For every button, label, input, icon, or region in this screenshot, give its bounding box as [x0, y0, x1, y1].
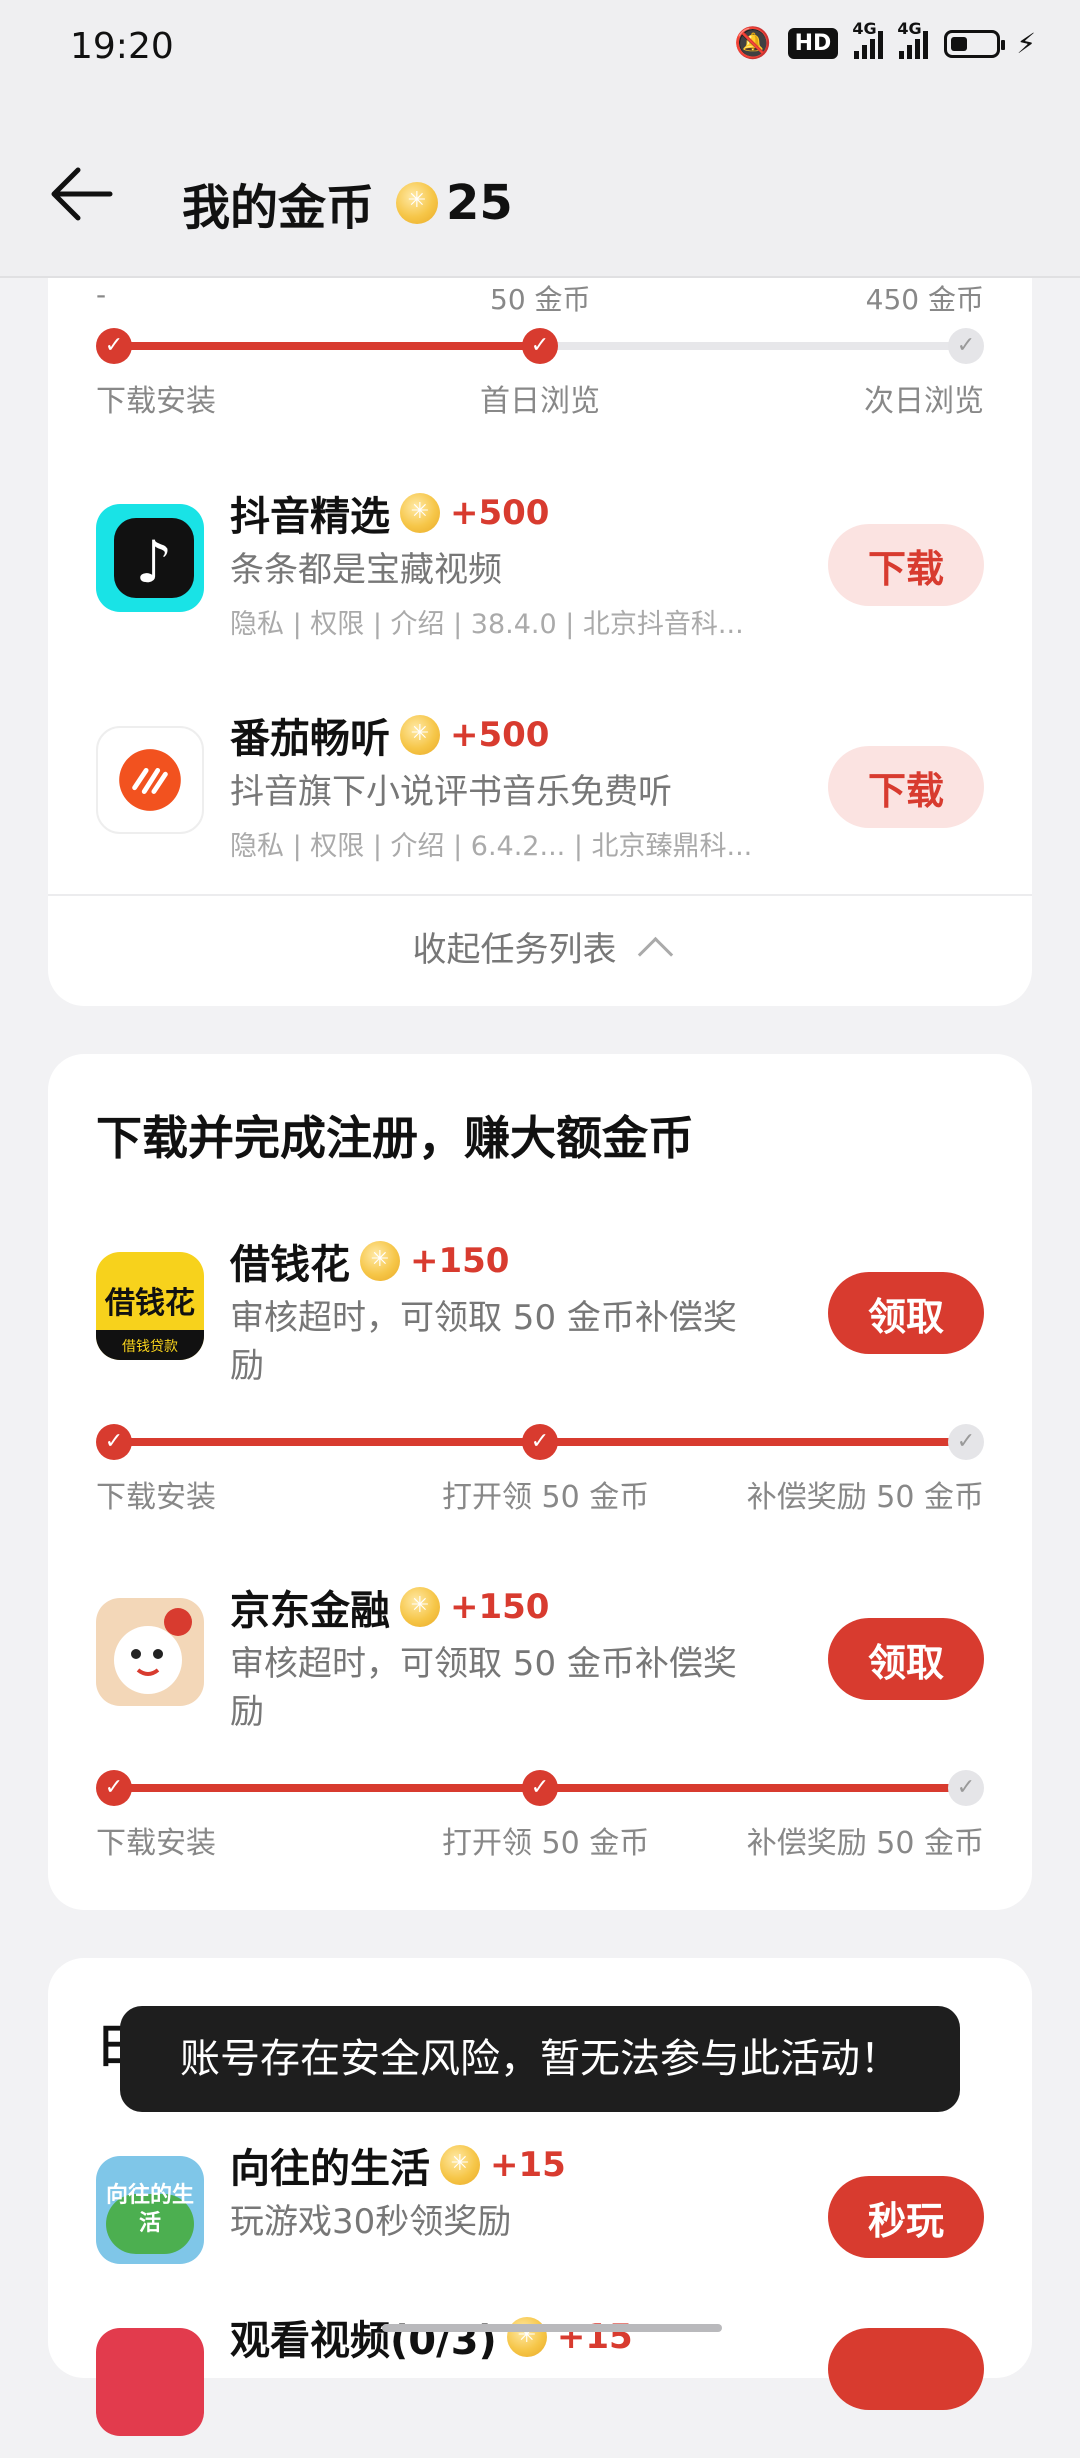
progress-top-label: 450 金币 [865, 283, 984, 316]
step-label: 首日浏览 [480, 384, 600, 419]
divider [48, 894, 1032, 896]
charging-icon: ⚡ [1016, 27, 1036, 60]
coin-icon [396, 182, 439, 224]
step-check-icon: ✓ [522, 1424, 558, 1460]
hd-badge: HD [787, 28, 839, 59]
video-task-icon[interactable] [96, 2328, 204, 2436]
jieqianhua-icon[interactable]: 借钱花 借钱贷款 [96, 1252, 204, 1360]
title-text: 我的金币 [182, 180, 375, 236]
step-check-icon: ✓ [948, 1770, 984, 1806]
svg-text:♪: ♪ [135, 528, 172, 596]
page-title: 我的金币 25 [182, 168, 513, 238]
app-name: 京东金融 +150 [230, 1578, 549, 1636]
signal-icon-1: 4G [852, 19, 884, 59]
status-icons: 🔕 HD 4G 4G ⚡ [734, 19, 1036, 62]
step-label: 打开领 50 金币 [442, 1480, 650, 1515]
play-now-button[interactable]: 秒玩 [828, 2176, 984, 2258]
fanqie-changting-icon[interactable] [96, 726, 204, 834]
coin-icon [506, 2317, 547, 2357]
download-button[interactable]: 下载 [828, 746, 984, 828]
app-name: 借钱花 +150 [230, 1232, 509, 1290]
section-title: 下载并完成注册，赚大额金币 [96, 1111, 694, 1165]
app-name: 抖音精选 +500 [230, 484, 549, 542]
step-label: 补偿奖励 50 金币 [746, 1480, 984, 1515]
step-label: 下载安装 [96, 1480, 216, 1515]
coin-total: 25 [446, 175, 513, 231]
task-card-browse: - 50 金币 450 金币 ✓ ✓ ✓ 下载安装 首日浏览 次日浏览 ♪ 抖音… [48, 278, 1032, 1006]
app-name: 向往的生活 +15 [230, 2136, 566, 2194]
signal-icon-2: 4G [897, 19, 929, 59]
app-description: 抖音旗下小说评书音乐免费听 [230, 772, 672, 812]
coin-icon [400, 493, 440, 533]
app-meta[interactable]: 隐私 | 权限 | 介绍 | 6.4.2... | 北京臻鼎科... [230, 824, 752, 863]
status-bar: 19:20 🔕 HD 4G 4G ⚡ [0, 0, 1080, 96]
list-item: 番茄畅听 +500 抖音旗下小说评书音乐免费听 隐私 | 权限 | 介绍 | 6… [96, 706, 984, 862]
app-description: 玩游戏30秒领奖励 [230, 2202, 512, 2242]
step-label: 次日浏览 [864, 384, 984, 419]
step-check-icon: ✓ [96, 328, 132, 364]
coin-icon [400, 1587, 440, 1627]
back-arrow-icon[interactable] [48, 166, 114, 222]
app-name: 观看视频(0/3) +15 [230, 2308, 633, 2366]
claim-button[interactable]: 领取 [828, 1618, 984, 1700]
douyin-jingxuan-icon[interactable]: ♪ [96, 504, 204, 612]
app-description: 审核超时，可领取 50 金币补偿奖励 [230, 1644, 737, 1732]
step-label: 补偿奖励 50 金币 [746, 1826, 984, 1861]
toast-message: 账号存在安全风险，暂无法参与此活动！ [120, 2006, 960, 2112]
step-label: 打开领 50 金币 [442, 1826, 650, 1861]
app-name: 番茄畅听 +500 [230, 706, 549, 764]
mute-vibrate-icon: 🔕 [734, 26, 772, 61]
home-indicator[interactable] [382, 2324, 722, 2332]
progress-top-label: 50 金币 [490, 283, 591, 316]
step-check-icon: ✓ [96, 1424, 132, 1460]
step-check-icon: ✓ [948, 328, 984, 364]
battery-icon [944, 29, 1006, 58]
step-label: 下载安装 [96, 1826, 216, 1861]
progress-top-label: - [96, 278, 107, 311]
list-item: ♪ 抖音精选 +500 条条都是宝藏视频 隐私 | 权限 | 介绍 | 38.4… [96, 484, 984, 640]
step-check-icon: ✓ [948, 1424, 984, 1460]
app-description: 审核超时，可领取 50 金币补偿奖励 [230, 1298, 737, 1386]
list-item: 京东金融 +150 审核超时，可领取 50 金币补偿奖励 领取 [96, 1578, 984, 1778]
coin-icon [360, 1241, 400, 1281]
list-item: 向往的生活 向往的生活 +15 玩游戏30秒领奖励 秒玩 [96, 2136, 984, 2286]
task-card-register: 下载并完成注册，赚大额金币 借钱花 借钱贷款 借钱花 +150 审核超时，可领取… [48, 1054, 1032, 1910]
download-button[interactable]: 下载 [828, 524, 984, 606]
step-check-icon: ✓ [522, 328, 558, 364]
xiangwang-shenghuo-icon[interactable]: 向往的生活 [96, 2156, 204, 2264]
claim-button[interactable]: 领取 [828, 1272, 984, 1354]
status-time: 19:20 [70, 26, 174, 67]
list-item: 借钱花 借钱贷款 借钱花 +150 审核超时，可领取 50 金币补偿奖励 领取 [96, 1232, 984, 1432]
header: 我的金币 25 [0, 96, 1080, 278]
chevron-up-icon [637, 936, 673, 973]
app-description: 条条都是宝藏视频 [230, 550, 502, 590]
jd-finance-icon[interactable] [96, 1598, 204, 1706]
coin-icon [400, 715, 440, 755]
step-check-icon: ✓ [522, 1770, 558, 1806]
collapse-task-list-button[interactable]: 收起任务列表 [48, 922, 1032, 973]
step-label: 下载安装 [96, 384, 216, 419]
coin-icon [440, 2145, 480, 2185]
watch-button[interactable] [828, 2328, 984, 2410]
step-check-icon: ✓ [96, 1770, 132, 1806]
app-meta[interactable]: 隐私 | 权限 | 介绍 | 38.4.0 | 北京抖音科... [230, 602, 744, 641]
